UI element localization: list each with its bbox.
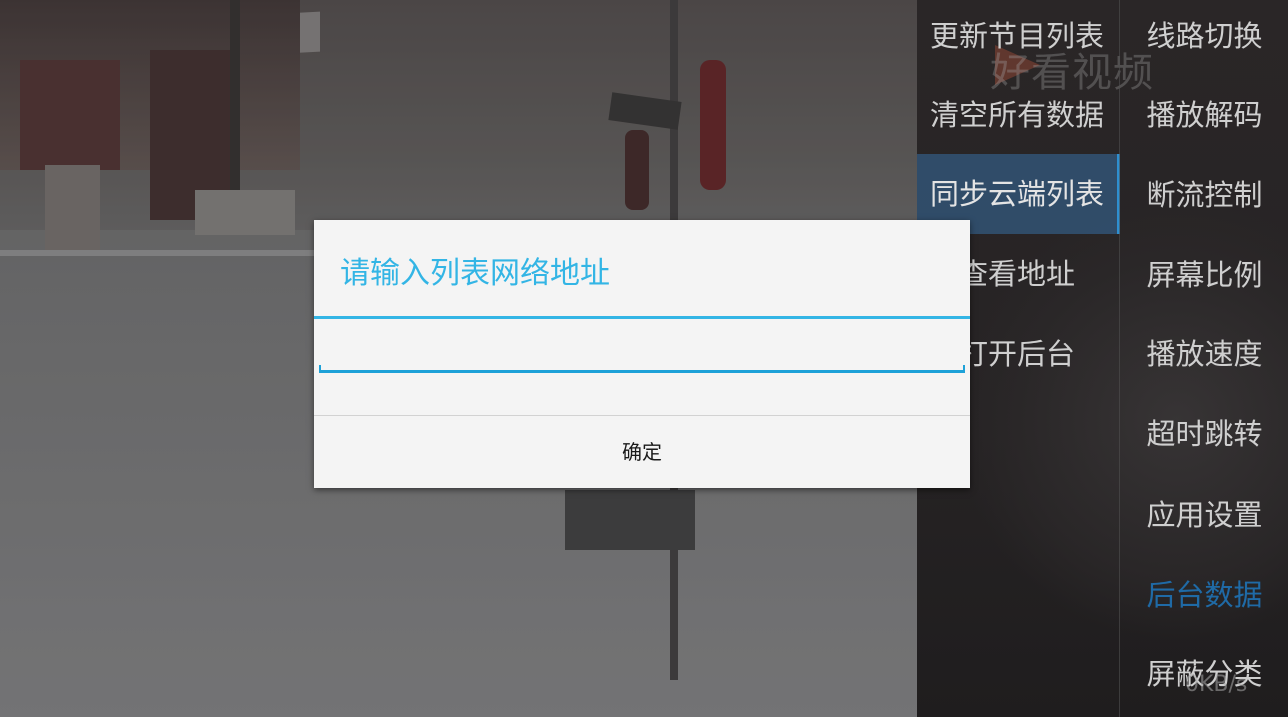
menu-item-backend-data[interactable]: 后台数据 <box>1120 555 1288 635</box>
menu-item-clear-data[interactable]: 清空所有数据 <box>917 75 1117 155</box>
menu-item-app-settings[interactable]: 应用设置 <box>1120 475 1288 555</box>
menu-item-timeout-jump[interactable]: 超时跳转 <box>1120 394 1288 474</box>
network-speed: 0KB/s <box>1185 672 1248 697</box>
confirm-button[interactable]: 确定 <box>314 416 970 488</box>
menu-item-update-list[interactable]: 更新节目列表 <box>917 0 1117 76</box>
dialog-title: 请输入列表网络地址 <box>340 256 610 291</box>
menu-item-decoding[interactable]: 播放解码 <box>1120 75 1288 155</box>
input-underline <box>319 365 965 373</box>
menu-right-column: 线路切换 播放解码 断流控制 屏幕比例 播放速度 超时跳转 应用设置 后台数据 … <box>1119 0 1288 717</box>
menu-item-switch-line[interactable]: 线路切换 <box>1120 0 1288 76</box>
menu-item-stream-control[interactable]: 断流控制 <box>1120 155 1288 235</box>
dialog-title-divider <box>314 316 970 319</box>
url-input-dialog: 请输入列表网络地址 确定 <box>314 220 970 488</box>
menu-item-aspect-ratio[interactable]: 屏幕比例 <box>1120 235 1288 315</box>
menu-item-play-speed[interactable]: 播放速度 <box>1120 314 1288 394</box>
